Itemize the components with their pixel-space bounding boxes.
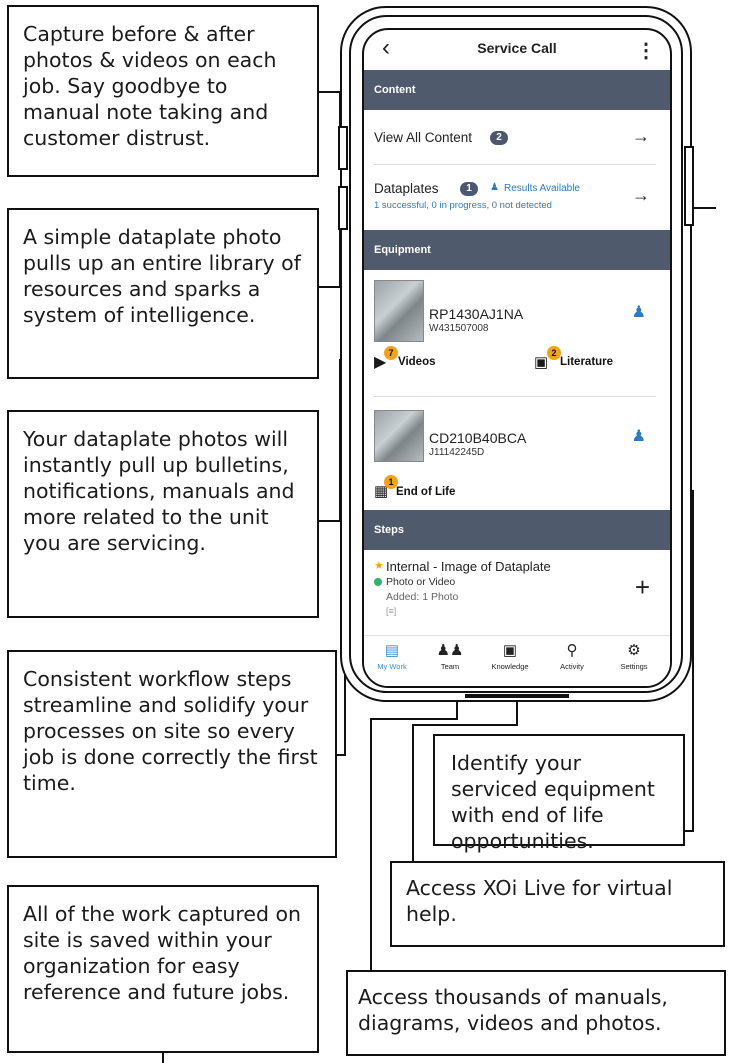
nav-label: My Work [377,662,407,671]
nav-settings[interactable]: ⚙ Settings [606,642,662,671]
phone-side-button [338,186,348,230]
resource-person-icon: ♟ [631,428,646,445]
equipment-model: RP1430AJ1NA [429,306,524,322]
resource-person-icon: ♟ [631,304,646,321]
team-icon: ♟♟ [436,642,464,659]
nav-label: Knowledge [491,662,529,671]
view-all-content-badge: 2 [490,131,508,145]
callout-manuals: Access thousands of manuals, diagrams, v… [346,970,726,1056]
step-added: Added: 1 Photo [386,591,459,603]
dataplates-row[interactable]: Dataplates 1 ♟ Results Available 1 succe… [364,165,670,220]
add-icon[interactable]: + [635,572,650,603]
nav-knowledge[interactable]: ▣ Knowledge [482,642,538,671]
dataplates-label: Dataplates [374,181,439,196]
book-icon: ▣ [534,354,549,371]
clipboard-icon: ▤ [384,642,400,659]
home-indicator [465,694,569,698]
nav-label: Settings [620,662,648,671]
callout-xoi-live: Access XOi Live for virtual help. [390,861,725,947]
callout-saved: All of the work captured on site is save… [7,885,319,1053]
phone-screen: ‹ Service Call ⋮ Content View All Conten… [362,28,672,688]
scan-icon: [≡] [386,606,397,616]
view-all-content-row[interactable]: View All Content 2 → [364,110,670,164]
phone-power-button [684,146,694,226]
nav-activity[interactable]: ⚲ Activity [544,642,600,671]
equipment-card[interactable]: CD210B40BCA J11142245D ♟ ▦ 1 End of Life [364,400,670,510]
screen-title: Service Call [477,40,557,56]
nav-label: Team [440,662,460,671]
equipment-serial: W431507008 [429,323,489,334]
star-icon: ★ [374,560,384,572]
videos-label[interactable]: Videos [398,356,436,368]
step-row[interactable]: ★ Internal - Image of Dataplate Photo or… [364,550,670,622]
callout-workflow: Consistent workflow steps streamline and… [7,650,337,858]
section-header-equipment: Equipment [364,230,670,270]
dataplates-status: 1 successful, 0 in progress, 0 not detec… [374,200,552,211]
dataplates-badge: 1 [460,182,478,196]
videos-badge: 7 [384,346,398,360]
equipment-card[interactable]: RP1430AJ1NA W431507008 ♟ ▶ 7 Videos ▣ 2 … [364,270,670,390]
callout-capture: Capture before & after photos & videos o… [7,5,319,177]
equipment-photo [374,410,424,462]
view-all-content-label: View All Content [374,130,473,145]
equipment-photo [374,280,424,342]
end-of-life-label[interactable]: End of Life [396,486,455,498]
phone-side-button [338,126,348,170]
nav-label: Activity [560,662,584,671]
results-icon: ♟ [490,182,499,193]
equipment-serial: J11142245D [429,447,485,458]
arrow-right-icon: → [632,185,650,205]
callout-end-of-life: Identify your serviced equipment with en… [433,734,685,853]
kebab-menu-icon[interactable]: ⋮ [636,38,656,63]
section-header-steps: Steps [364,510,670,550]
nav-team[interactable]: ♟♟ Team [422,642,478,671]
bottom-nav: ▤ My Work ♟♟ Team ▣ Knowledge ⚲ Activity… [364,635,670,686]
section-header-content: Content [364,70,670,110]
equipment-model: CD210B40BCA [429,430,527,446]
gear-icon: ⚙ [627,642,641,659]
callout-bulletins: Your dataplate photos will instantly pul… [7,410,319,618]
nav-my-work[interactable]: ▤ My Work [364,642,420,671]
arrow-right-icon: → [632,126,650,146]
literature-badge: 2 [547,346,561,360]
divider [374,396,656,397]
callout-dataplate: A simple dataplate photo pulls up an ent… [7,208,319,379]
search-icon: ⚲ [566,642,578,659]
results-available-label: Results Available [504,183,580,194]
literature-label[interactable]: Literature [560,356,613,368]
book-icon: ▣ [502,642,518,659]
step-title: Internal - Image of Dataplate [386,559,551,574]
step-type: Photo or Video [386,576,456,588]
check-dot-icon [374,578,382,586]
